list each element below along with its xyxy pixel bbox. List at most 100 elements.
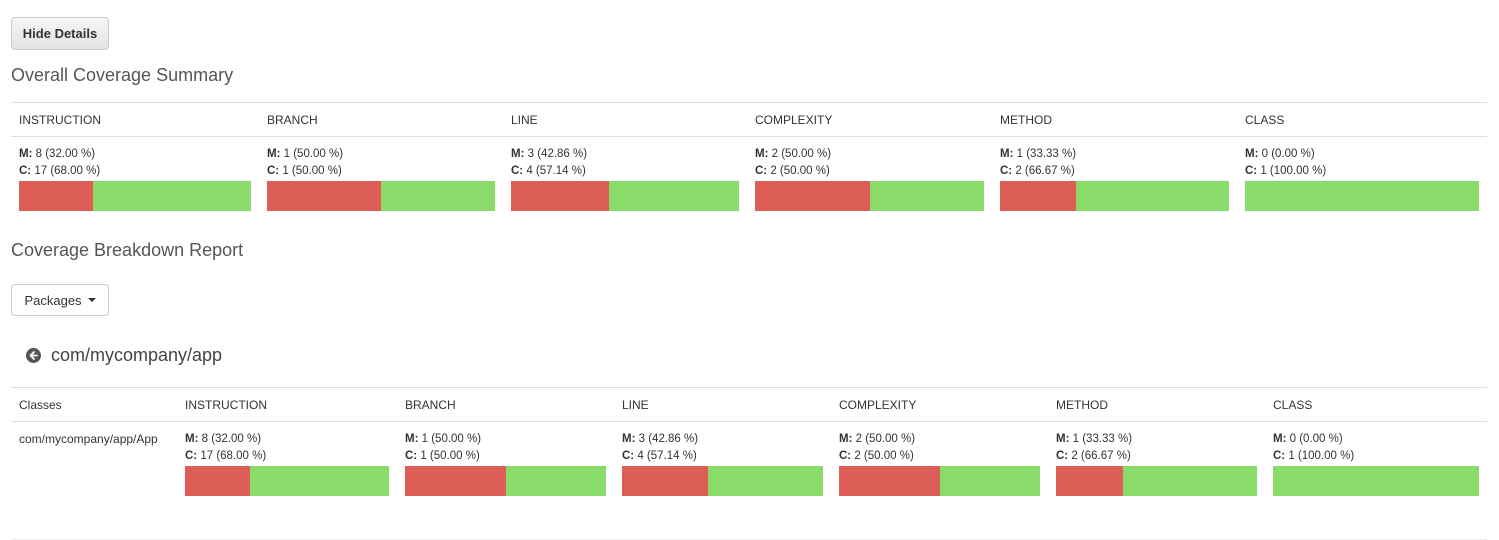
missed-value: 3 (42.86 %) [527, 148, 588, 160]
covered-segment [1076, 181, 1229, 211]
covered-value: 2 (66.67 %) [1071, 450, 1131, 462]
missed-label: M: [1273, 433, 1287, 445]
missed-segment [839, 466, 940, 496]
hide-details-button[interactable]: Hide Details [11, 17, 109, 50]
covered-segment [250, 466, 389, 496]
coverage-bar [1273, 466, 1479, 496]
coverage-bar [839, 466, 1040, 496]
covered-value: 1 (100.00 %) [1260, 165, 1327, 177]
breakdown-cell-method: M: 1 (33.33 %) C: 2 (66.67 %) [1048, 421, 1265, 540]
coverage-bar [622, 466, 823, 496]
arrow-left-circle-icon[interactable] [26, 348, 41, 363]
missed-segment [405, 466, 506, 496]
breakdown-cell-branch: M: 1 (50.00 %) C: 1 (50.00 %) [397, 421, 614, 540]
covered-value: 4 (57.14 %) [637, 450, 697, 462]
missed-segment [267, 181, 381, 211]
covered-segment [939, 466, 1040, 496]
table-row: com/mycompany/app/App M: 8 (32.00 %) C: … [11, 421, 1487, 540]
missed-label: M: [1245, 148, 1259, 160]
summary-data-row: M: 8 (32.00 %) C: 17 (68.00 %) M: 1 (50.… [11, 137, 1487, 249]
summary-col-class[interactable]: CLASS [1237, 102, 1487, 137]
caret-down-icon [87, 298, 96, 302]
missed-segment [185, 466, 251, 496]
package-title: com/mycompany/app [26, 345, 222, 366]
coverage-breakdown-table: Classes INSTRUCTION BRANCH LINE COMPLEXI… [11, 387, 1487, 540]
overall-coverage-heading: Overall Coverage Summary [11, 65, 234, 85]
breakdown-col-complexity[interactable]: COMPLEXITY [831, 387, 1048, 422]
breakdown-col-class[interactable]: CLASS [1265, 387, 1487, 422]
breakdown-header-row: Classes INSTRUCTION BRANCH LINE COMPLEXI… [11, 387, 1487, 422]
covered-segment [505, 466, 606, 496]
breakdown-cell-complexity: M: 2 (50.00 %) C: 2 (50.00 %) [831, 421, 1048, 540]
missed-segment [19, 181, 94, 211]
coverage-bar [1000, 181, 1229, 211]
summary-col-instruction[interactable]: INSTRUCTION [11, 102, 259, 137]
missed-value: 2 (50.00 %) [771, 148, 832, 160]
covered-value: 4 (57.14 %) [526, 165, 586, 177]
missed-label: M: [622, 433, 636, 445]
class-name-cell[interactable]: com/mycompany/app/App [11, 421, 177, 540]
packages-label: Packages [24, 292, 82, 308]
packages-dropdown-button[interactable]: Packages [11, 284, 109, 316]
summary-cell-method: M: 1 (33.33 %) C: 2 (66.67 %) [992, 137, 1237, 249]
covered-label: C: [405, 450, 418, 462]
missed-segment [1056, 466, 1123, 496]
covered-label: C: [1273, 450, 1286, 462]
covered-value: 17 (68.00 %) [34, 165, 101, 177]
coverage-breakdown-heading: Coverage Breakdown Report [11, 240, 244, 260]
overall-coverage-table: INSTRUCTION BRANCH LINE COMPLEXITY METHO… [11, 102, 1487, 249]
summary-col-line[interactable]: LINE [503, 102, 747, 137]
covered-value: 1 (50.00 %) [282, 165, 342, 177]
missed-value: 1 (50.00 %) [283, 148, 344, 160]
summary-col-complexity[interactable]: COMPLEXITY [747, 102, 992, 137]
coverage-bar [405, 466, 606, 496]
covered-value: 2 (50.00 %) [770, 165, 830, 177]
coverage-report-page: Hide Details Overall Coverage Summary IN… [0, 0, 1499, 540]
summary-col-branch[interactable]: BRANCH [259, 102, 503, 137]
covered-segment [1122, 466, 1257, 496]
covered-label: C: [1056, 450, 1069, 462]
breakdown-col-classes[interactable]: Classes [11, 387, 177, 422]
covered-segment [1245, 181, 1479, 211]
covered-label: C: [511, 165, 524, 177]
covered-label: C: [839, 450, 852, 462]
covered-label: C: [755, 165, 768, 177]
covered-label: C: [185, 450, 198, 462]
missed-label: M: [755, 148, 769, 160]
breakdown-col-line[interactable]: LINE [614, 387, 831, 422]
missed-label: M: [511, 148, 525, 160]
breakdown-cell-instruction: M: 8 (32.00 %) C: 17 (68.00 %) [177, 421, 397, 540]
summary-col-method[interactable]: METHOD [992, 102, 1237, 137]
covered-segment [869, 181, 984, 211]
coverage-bar [267, 181, 495, 211]
covered-value: 1 (50.00 %) [420, 450, 480, 462]
coverage-bar [1056, 466, 1257, 496]
covered-segment [608, 181, 739, 211]
covered-label: C: [1000, 165, 1013, 177]
breakdown-cell-class: M: 0 (0.00 %) C: 1 (100.00 %) [1265, 421, 1487, 540]
missed-label: M: [19, 148, 33, 160]
summary-cell-complexity: M: 2 (50.00 %) C: 2 (50.00 %) [747, 137, 992, 249]
breakdown-col-instruction[interactable]: INSTRUCTION [177, 387, 397, 422]
breakdown-cell-line: M: 3 (42.86 %) C: 4 (57.14 %) [614, 421, 831, 540]
breakdown-col-branch[interactable]: BRANCH [397, 387, 614, 422]
covered-value: 2 (50.00 %) [854, 450, 914, 462]
coverage-bar [19, 181, 251, 211]
coverage-bar [755, 181, 984, 211]
missed-label: M: [405, 433, 419, 445]
summary-cell-branch: M: 1 (50.00 %) C: 1 (50.00 %) [259, 137, 503, 249]
package-name: com/mycompany/app [51, 345, 223, 365]
missed-value: 0 (0.00 %) [1261, 148, 1315, 160]
breakdown-col-method[interactable]: METHOD [1048, 387, 1265, 422]
missed-value: 8 (32.00 %) [35, 148, 96, 160]
covered-label: C: [622, 450, 635, 462]
summary-cell-line: M: 3 (42.86 %) C: 4 (57.14 %) [503, 137, 747, 249]
missed-value: 2 (50.00 %) [855, 433, 916, 445]
missed-value: 0 (0.00 %) [1289, 433, 1343, 445]
covered-segment [1273, 466, 1479, 496]
missed-label: M: [1056, 433, 1070, 445]
covered-segment [93, 181, 251, 211]
covered-segment [708, 466, 823, 496]
missed-label: M: [267, 148, 281, 160]
missed-value: 1 (50.00 %) [421, 433, 482, 445]
